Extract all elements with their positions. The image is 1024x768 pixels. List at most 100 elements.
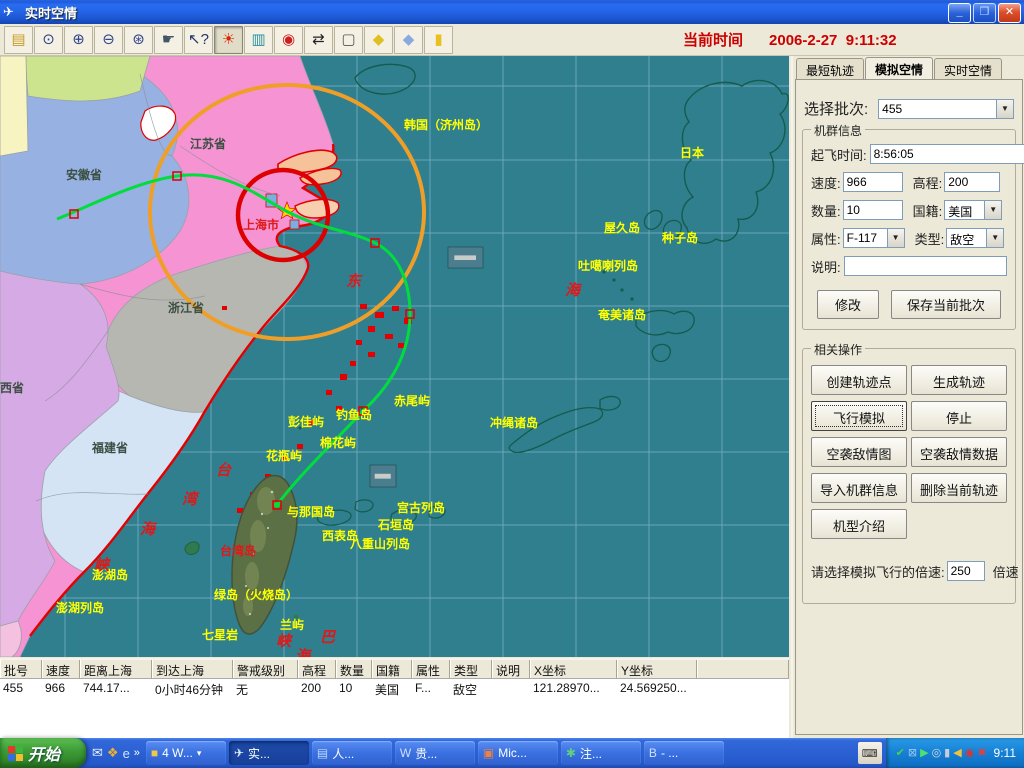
zoom-in-button[interactable]: ⊕ <box>64 26 93 54</box>
attr-value: F-117 <box>844 229 887 247</box>
zoom-window-icon: ⊛ <box>132 32 145 47</box>
title-bar[interactable]: ✈ 实时空情 _ ❐ ✕ <box>0 0 1024 24</box>
col-header[interactable]: 类型 <box>450 660 492 678</box>
speed-factor-input[interactable] <box>947 561 985 581</box>
open-file-button[interactable]: ▤ <box>4 26 33 54</box>
col-header[interactable]: 到达上海 <box>152 660 233 678</box>
col-header[interactable]: 批号 <box>0 660 42 678</box>
ati-icon[interactable]: ◉ <box>965 748 975 759</box>
task-b[interactable]: B- ... <box>644 741 724 765</box>
info-panel-button[interactable]: ▥ <box>244 26 273 54</box>
gem-button[interactable]: ◆ <box>394 26 423 54</box>
target-button[interactable]: ◉ <box>274 26 303 54</box>
op-button-3[interactable]: 飞行模拟 <box>811 401 907 431</box>
table-row[interactable]: 455966744.17...0小时46分钟无20010美国F...敌空121.… <box>0 680 789 696</box>
exit-door-button[interactable]: ▮ <box>424 26 453 54</box>
col-header[interactable]: X坐标 <box>530 660 617 678</box>
task-doc2[interactable]: W贵... <box>395 741 475 765</box>
table-cell: 744.17... <box>80 680 152 696</box>
mail-icon[interactable]: ✉ <box>92 745 103 761</box>
alt-input[interactable] <box>944 172 1000 192</box>
zoom-out-button[interactable]: ⊖ <box>94 26 123 54</box>
col-header[interactable]: 属性 <box>412 660 450 678</box>
identify-help-button[interactable]: ↖? <box>184 26 213 54</box>
type-label: 类型: <box>915 229 945 248</box>
col-header[interactable]: 国籍 <box>372 660 412 678</box>
col-header[interactable] <box>697 660 789 678</box>
alert-shield-icon[interactable]: ✖ <box>977 748 986 759</box>
task-items: ■4 W...▾✈实...▤人...W贵...▣Mic...✱注...B- ..… <box>146 741 854 765</box>
op-button-2[interactable]: 生成轨迹 <box>911 365 1007 395</box>
table-cell: 10 <box>336 680 372 696</box>
count-input[interactable] <box>843 200 903 220</box>
op-button-6[interactable]: 空袭敌情数据 <box>911 437 1007 467</box>
maximize-button[interactable]: ❐ <box>973 3 996 23</box>
modify-button[interactable]: 修改 <box>817 290 879 319</box>
speed-input[interactable] <box>843 172 903 192</box>
table-cell: 455 <box>0 680 42 696</box>
start-button[interactable]: 开始 <box>0 738 86 768</box>
task-air-situation[interactable]: ✈实... <box>229 741 309 765</box>
type-combo-arrow-icon[interactable]: ▼ <box>986 229 1003 247</box>
pan-hand-button[interactable]: ☛ <box>154 26 183 54</box>
ime-keyboard-icon[interactable]: ⌨ <box>858 742 882 764</box>
warning-sign-icon: ◆ <box>373 32 385 47</box>
takeoff-input[interactable] <box>870 144 1024 164</box>
task-item-label: 4 W... <box>162 746 193 760</box>
col-header[interactable]: 数量 <box>336 660 372 678</box>
close-button[interactable]: ✕ <box>998 3 1021 23</box>
media-player-icon[interactable]: ❖ <box>107 745 119 761</box>
desc-input[interactable] <box>844 256 1007 276</box>
op-button-1[interactable]: 创建轨迹点 <box>811 365 907 395</box>
task-item-label: 人... <box>332 745 354 762</box>
task-register[interactable]: ✱注... <box>561 741 641 765</box>
col-header[interactable]: 距离上海 <box>80 660 152 678</box>
col-header[interactable]: 高程 <box>298 660 336 678</box>
network-offline-icon[interactable]: ⊠ <box>908 748 917 759</box>
col-header[interactable]: 速度 <box>42 660 80 678</box>
transfer-button[interactable]: ⇄ <box>304 26 333 54</box>
op-button-7[interactable]: 导入机群信息 <box>811 473 907 503</box>
volume-icon[interactable]: ◀ <box>953 748 961 759</box>
op-button-9[interactable]: 机型介绍 <box>811 509 907 539</box>
desc-label: 说明: <box>811 257 841 276</box>
op-button-8[interactable]: 删除当前轨迹 <box>911 473 1007 503</box>
col-header[interactable]: Y坐标 <box>617 660 697 678</box>
warning-sign-button[interactable]: ◆ <box>364 26 393 54</box>
related-ops-title: 相关操作 <box>811 341 865 358</box>
task-folder[interactable]: ■4 W...▾ <box>146 741 226 765</box>
table-cell: 无 <box>233 680 298 696</box>
task-doc1[interactable]: ▤人... <box>312 741 392 765</box>
task-item-label: 贵... <box>415 745 437 762</box>
minimize-button[interactable]: _ <box>948 3 971 23</box>
air-situation-button[interactable]: ☀ <box>214 26 243 54</box>
batch-combo[interactable]: 455 ▼ <box>878 99 1014 119</box>
batch-combo-arrow-icon[interactable]: ▼ <box>996 100 1013 118</box>
table-cell <box>697 680 789 696</box>
map-canvas[interactable]: 韩国（济州岛）日本屋久岛种子岛吐噶喇列岛奄美诸岛赤尾屿钓鱼岛彭佳屿棉花屿花瓶屿冲… <box>0 56 789 657</box>
scheduler-icon[interactable]: ▶ <box>920 748 928 759</box>
task-item-label: 实... <box>248 745 270 762</box>
tray-clock[interactable]: 9:11 <box>994 746 1016 760</box>
task-powerpoint[interactable]: ▣Mic... <box>478 741 558 765</box>
fleet-info-title: 机群信息 <box>811 122 865 139</box>
antivirus-icon[interactable]: ✔ <box>896 748 905 759</box>
cd-icon[interactable]: ◎ <box>932 748 942 759</box>
table-header: 批号速度距离上海到达上海警戒级别高程数量国籍属性类型说明X坐标Y坐标 <box>0 660 789 679</box>
quick-launch-overflow[interactable]: » <box>134 747 140 759</box>
col-header[interactable]: 警戒级别 <box>233 660 298 678</box>
zoom-full-extent-button[interactable]: ⊙ <box>34 26 63 54</box>
nation-combo[interactable]: 美国 ▼ <box>944 200 1002 220</box>
col-header[interactable]: 说明 <box>492 660 530 678</box>
op-button-5[interactable]: 空袭敌情图 <box>811 437 907 467</box>
nation-combo-arrow-icon[interactable]: ▼ <box>984 201 1001 219</box>
save-batch-button[interactable]: 保存当前批次 <box>891 290 1001 319</box>
op-button-4[interactable]: 停止 <box>911 401 1007 431</box>
zoom-window-button[interactable]: ⊛ <box>124 26 153 54</box>
type-combo[interactable]: 敌空 ▼ <box>946 228 1004 248</box>
attr-combo-arrow-icon[interactable]: ▼ <box>887 229 904 247</box>
ie-icon[interactable]: e <box>123 746 130 761</box>
attr-combo[interactable]: F-117 ▼ <box>843 228 905 248</box>
battery-icon[interactable]: ▮ <box>944 748 950 759</box>
new-document-button[interactable]: ▢ <box>334 26 363 54</box>
